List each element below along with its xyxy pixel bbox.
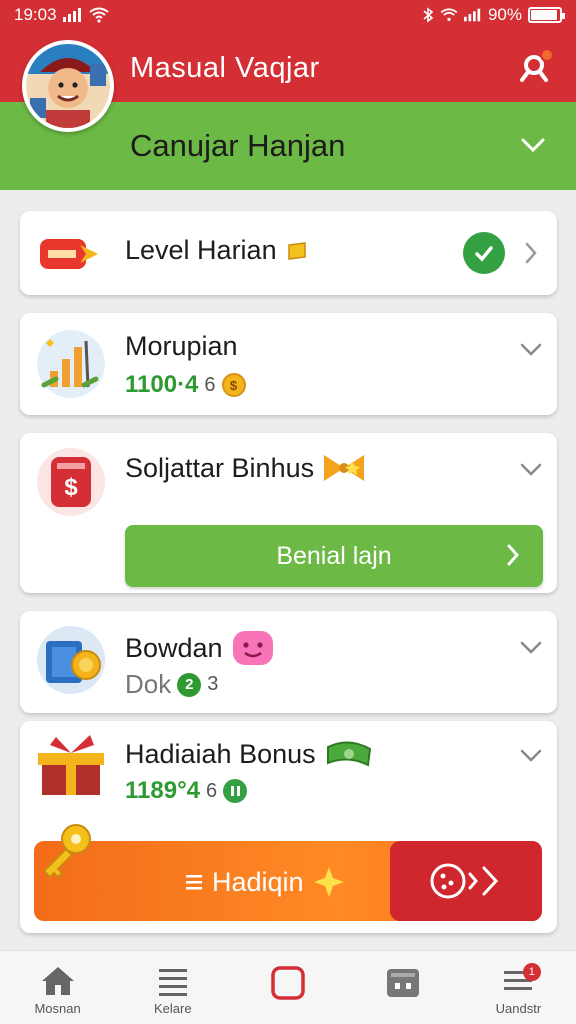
card-sub-badge: 2 (177, 672, 202, 697)
card-value: 1189°4 (125, 777, 201, 804)
card-morupian[interactable]: Morupian 1100·4 6 $ (20, 313, 557, 415)
avatar-image (26, 44, 110, 128)
card-title: Morupian (125, 331, 238, 361)
coin-icon: $ (221, 373, 246, 397)
list-icon (186, 875, 202, 890)
benial-lajn-button[interactable]: Benial lajn (125, 525, 543, 587)
check-icon (475, 246, 493, 262)
card-count: 6 (204, 373, 216, 396)
card-sub-count: 3 (207, 673, 219, 695)
square-icon (271, 966, 305, 1000)
bottom-nav: Mosnan Kelare 1 Uandstr (0, 950, 576, 1024)
pause-icon (223, 779, 248, 803)
button-label: Benial lajn (276, 541, 392, 570)
nav-list[interactable]: Kelare (115, 951, 230, 1024)
header-title: Masual Vaqjar (130, 52, 320, 84)
avatar[interactable] (22, 40, 114, 132)
signal-icon (463, 8, 481, 22)
chevron-down-icon (521, 138, 545, 153)
key-icon (36, 819, 100, 883)
gift-box-icon (36, 731, 106, 801)
wallet-icon (387, 969, 420, 997)
notification-button[interactable] (514, 48, 554, 88)
card-count: 6 (206, 779, 218, 802)
signal-icon (62, 8, 81, 22)
card-meta: 1100·4 6 $ (125, 371, 246, 399)
wifi-icon (88, 7, 109, 23)
notification-dot (540, 48, 554, 62)
nav-label: Mosnan (34, 1001, 81, 1016)
nav-center[interactable] (230, 951, 345, 1024)
card-meta: 1189°4 6 (125, 777, 248, 805)
cash-icon (326, 741, 371, 767)
nav-label: Kelare (154, 1001, 192, 1016)
notification-badge: 1 (522, 963, 541, 981)
svg-text:$: $ (64, 474, 78, 501)
nav-wallet[interactable] (346, 951, 461, 1024)
bow-icon (324, 455, 365, 481)
chevron-down-icon[interactable] (519, 457, 543, 481)
card-title: Level Harian (125, 235, 309, 266)
chevron-down-icon[interactable] (519, 337, 543, 361)
arrow-right-icon (430, 863, 499, 899)
card-soljattar-binhus[interactable]: $ Soljattar Binhus Benial lajn (20, 433, 557, 593)
chevron-down-icon[interactable] (519, 635, 543, 659)
nav-menu[interactable]: 1 Uandstr (461, 951, 576, 1024)
card-bowdan[interactable]: Bowdan Dok 2 3 (20, 611, 557, 713)
chevron-right-icon[interactable] (519, 241, 543, 265)
battery-percent: 90% (487, 5, 522, 24)
wallet-icon (36, 625, 106, 695)
status-time: 19:03 (14, 5, 57, 24)
gold-bar-icon (287, 241, 306, 260)
home-icon (41, 967, 74, 995)
battery-icon (528, 7, 565, 23)
sub-header-title: Canujar Hanjan (130, 128, 346, 163)
card-title: Soljattar Binhus (125, 451, 366, 485)
chevron-down-icon[interactable] (519, 743, 543, 767)
nav-home[interactable]: Mosnan (0, 951, 115, 1024)
hadiqin-button[interactable]: Hadiqin (34, 841, 542, 921)
sparkle-icon (313, 867, 344, 897)
list-icon (158, 969, 187, 996)
card-level-harian[interactable]: Level Harian (20, 211, 557, 295)
bluetooth-icon (423, 7, 434, 23)
nav-label: Uandstr (495, 1001, 542, 1016)
level-icon (36, 219, 106, 289)
smiley-icon (232, 631, 273, 665)
card-title: Hadiaiah Bonus (125, 737, 374, 771)
growth-chart-icon (36, 329, 106, 399)
button-content: Hadiqin (184, 865, 346, 899)
card-value: 1100·4 (125, 371, 199, 398)
card-meta: Dok 2 3 (125, 669, 218, 700)
dollar-box-icon: $ (36, 447, 106, 517)
card-title: Bowdan (125, 629, 275, 667)
card-sub-label: Dok (125, 669, 172, 699)
chevron-right-icon (507, 544, 520, 566)
status-bar: 19:03 90% (0, 0, 576, 30)
button-label: Hadiqin (212, 866, 304, 897)
check-button[interactable] (463, 232, 505, 274)
wifi-icon (440, 8, 458, 21)
hadiqin-go-button[interactable] (390, 841, 542, 921)
card-hadiaiah-bonus[interactable]: Hadiaiah Bonus 1189°4 6 Hadiqin (20, 721, 557, 933)
